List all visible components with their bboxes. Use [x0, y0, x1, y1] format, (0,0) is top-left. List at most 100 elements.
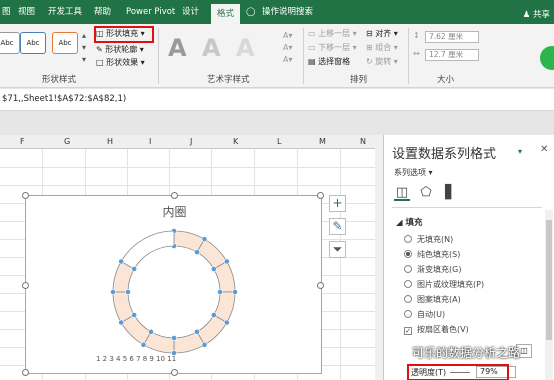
- column-header[interactable]: M: [319, 137, 326, 146]
- radio-button[interactable]: [404, 235, 412, 243]
- tab-power-pivot[interactable]: Power Pivot: [126, 5, 175, 24]
- group-label-shape-styles: 形状样式: [42, 75, 77, 85]
- column-header[interactable]: N: [360, 137, 366, 146]
- height-field[interactable]: 7.62 厘米: [425, 31, 479, 43]
- shape-style-sample-2[interactable]: Abc: [20, 32, 46, 54]
- formula-bar[interactable]: $71,,Sheet1!$A$72:$A$82,1): [0, 89, 554, 111]
- fill-section-header[interactable]: ◢ 填充: [396, 216, 423, 228]
- shape-effects-button[interactable]: □ 形状效果 ▾: [96, 57, 145, 69]
- vary-colors-option[interactable]: ✓ 按扇区着色(V): [404, 324, 469, 335]
- selection-point[interactable]: [217, 289, 223, 295]
- tell-me-search[interactable]: 操作说明搜索: [262, 5, 313, 24]
- radio-button[interactable]: [404, 265, 412, 273]
- shape-style-sample-1[interactable]: Abc: [0, 32, 20, 54]
- shape-outline-button[interactable]: ✎ 形状轮廓 ▾: [96, 44, 144, 56]
- gradient-fill-option[interactable]: 渐变填充(G): [404, 264, 461, 275]
- pane-options-dropdown[interactable]: ▾: [518, 147, 522, 156]
- column-header[interactable]: H: [107, 137, 113, 146]
- chart-styles-button[interactable]: ✎: [329, 218, 346, 235]
- close-icon[interactable]: ✕: [540, 144, 548, 155]
- pane-scrollbar[interactable]: [545, 210, 553, 380]
- width-field[interactable]: 12.7 厘米: [425, 49, 479, 61]
- solid-fill-label: 纯色填充(S): [417, 250, 461, 259]
- selection-point[interactable]: [110, 289, 116, 295]
- selection-point[interactable]: [171, 335, 177, 341]
- rotate-button[interactable]: ↻ 旋转 ▾: [366, 56, 398, 68]
- pentagon-effects-icon[interactable]: ⬠: [418, 185, 434, 201]
- bar-chart-icon[interactable]: ▋: [442, 185, 458, 201]
- selection-point[interactable]: [194, 249, 200, 256]
- column-header[interactable]: G: [64, 137, 70, 146]
- grid-line: [0, 185, 375, 186]
- pattern-fill-option[interactable]: 图案填充(A): [404, 294, 461, 305]
- doughnut-segment[interactable]: [120, 230, 175, 270]
- radio-button[interactable]: [404, 295, 412, 303]
- selection-point[interactable]: [201, 236, 208, 243]
- column-header[interactable]: J: [190, 137, 192, 146]
- selection-point[interactable]: [131, 312, 138, 318]
- radio-button[interactable]: [404, 250, 412, 258]
- selection-point[interactable]: [210, 266, 217, 272]
- selection-point[interactable]: [223, 319, 230, 326]
- radio-button[interactable]: [404, 280, 412, 288]
- resize-handle[interactable]: [317, 282, 324, 289]
- selection-point[interactable]: [223, 258, 230, 265]
- group-label: 组合: [375, 43, 392, 52]
- column-header[interactable]: K: [233, 137, 238, 146]
- resize-handle[interactable]: [317, 192, 324, 199]
- selection-point[interactable]: [232, 289, 238, 295]
- send-backward-button[interactable]: ▭ 下移一层 ▾: [308, 42, 357, 54]
- column-header[interactable]: F: [20, 137, 25, 146]
- tab-design[interactable]: 设计: [182, 5, 199, 24]
- scrollbar-thumb[interactable]: [546, 220, 552, 340]
- wordart-sample-2[interactable]: A: [202, 34, 221, 62]
- resize-handle[interactable]: [171, 192, 178, 199]
- tab-format[interactable]: 格式: [211, 4, 241, 24]
- automatic-fill-option[interactable]: 自动(U): [404, 309, 445, 320]
- series-options-dropdown[interactable]: 系列选项 ▾: [394, 167, 433, 178]
- resize-handle[interactable]: [22, 282, 29, 289]
- column-header[interactable]: L: [277, 137, 281, 146]
- highlight-transparency: [407, 364, 509, 380]
- tab-help[interactable]: 帮助: [94, 5, 111, 24]
- chart-elements-button[interactable]: +: [329, 195, 346, 212]
- no-fill-label: 无填充(N): [417, 235, 454, 244]
- bring-forward-button[interactable]: ▭ 上移一层 ▾: [308, 28, 357, 40]
- selection-point[interactable]: [118, 319, 125, 326]
- resize-handle[interactable]: [171, 369, 178, 376]
- group-label-size: 大小: [437, 75, 455, 85]
- column-header[interactable]: I: [149, 137, 151, 146]
- checkbox[interactable]: ✓: [404, 327, 412, 335]
- chart-title[interactable]: 内圈: [26, 203, 323, 220]
- chart-filters-button[interactable]: ⏷: [329, 241, 346, 258]
- selection-pane-button[interactable]: ▤ 选择窗格: [308, 56, 350, 68]
- picture-fill-option[interactable]: 图片或纹理填充(P): [404, 279, 484, 290]
- resize-handle[interactable]: [22, 192, 29, 199]
- tab-view[interactable]: 视图: [18, 5, 35, 24]
- no-fill-option[interactable]: 无填充(N): [404, 234, 453, 245]
- resize-handle[interactable]: [22, 369, 29, 376]
- selection-point[interactable]: [118, 258, 125, 265]
- sheet-vertical-scrollbar[interactable]: [375, 135, 383, 380]
- bring-forward-label: 上移一层: [318, 29, 351, 38]
- share-button[interactable]: ♟ 共享: [523, 8, 550, 20]
- rotate-label: 旋转: [375, 57, 392, 66]
- wordart-sample-1[interactable]: A: [168, 34, 187, 62]
- group-button[interactable]: ⊞ 组合 ▾: [366, 42, 398, 54]
- tab-developer[interactable]: 开发工具: [48, 5, 82, 24]
- selection-point[interactable]: [210, 312, 217, 318]
- shape-styles-scroll[interactable]: ▴ ▾ ▾: [82, 30, 86, 66]
- shape-style-sample-3[interactable]: Abc: [52, 32, 78, 54]
- wordart-sample-3[interactable]: A: [236, 34, 255, 62]
- align-button[interactable]: ⊟ 对齐 ▾: [366, 28, 398, 40]
- solid-fill-option[interactable]: 纯色填充(S): [404, 249, 460, 260]
- radio-button[interactable]: [404, 310, 412, 318]
- selection-point[interactable]: [194, 328, 200, 335]
- selection-point[interactable]: [125, 289, 131, 295]
- tab-image[interactable]: 图: [2, 5, 11, 24]
- fill-line-icon[interactable]: ◫: [394, 185, 410, 201]
- selection-point[interactable]: [201, 341, 208, 348]
- shape-effects-label: 形状效果: [106, 58, 139, 67]
- selection-point[interactable]: [131, 266, 138, 272]
- selection-point[interactable]: [148, 328, 154, 335]
